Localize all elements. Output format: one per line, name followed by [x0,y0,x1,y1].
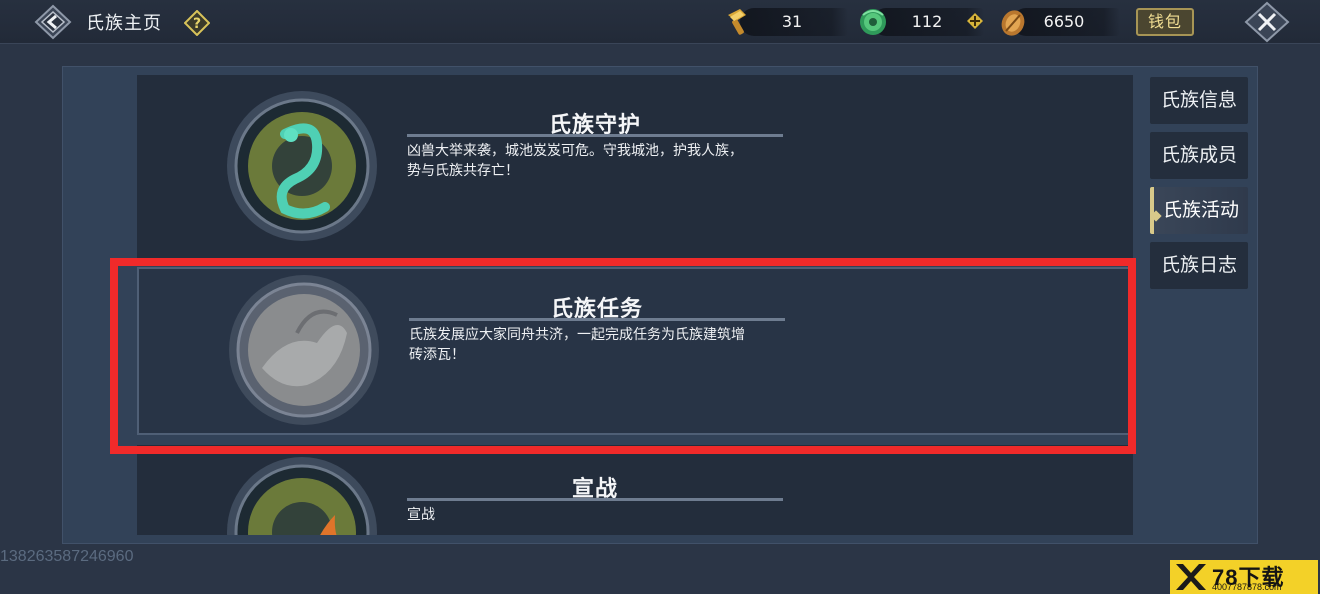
resource-coin-value: 6650 [1043,12,1085,31]
activity-card-guard[interactable]: 氏族守护 凶兽大举来袭，城池岌岌可危。守我城池，护我人族， 势与氏族共存亡！ [137,75,1133,261]
jade-coin-icon [860,9,886,35]
top-bar: 氏族主页 ? 31 112 6650 钱包 [0,0,1320,44]
resource-jade-value: 112 [911,12,943,31]
question-mark-icon[interactable]: ? [184,10,210,36]
resource-hammer-value: 31 [781,12,803,31]
snake-emblem-icon [227,91,377,241]
description-line: 宣战 [407,507,435,523]
title-divider [407,134,783,137]
x-logo-icon [1176,564,1206,590]
logo-subtext: 4007787878.com [1212,582,1282,592]
copper-coin-icon [1001,10,1025,36]
tab-clan-activities[interactable]: 氏族活动 [1150,187,1248,234]
title-divider [409,318,785,321]
activity-description: 凶兽大举来袭，城池岌岌可危。守我城池，护我人族， 势与氏族共存亡！ [407,141,787,181]
resource-hammer: 31 [740,8,848,36]
activity-card-war[interactable]: 宣战 宣战 [137,445,1133,535]
gold-hammer-icon [728,9,746,35]
activity-description: 宣战 [407,505,787,525]
svg-text:?: ? [193,16,201,32]
description-line: 凶兽大举来袭，城池岌岌可危。守我城池，护我人族， [407,143,743,159]
description-line: 势与氏族共存亡！ [407,163,519,179]
wallet-button[interactable]: 钱包 [1136,8,1194,36]
close-x-icon[interactable] [1244,1,1290,43]
title-divider [407,498,783,501]
flame-emblem-icon [227,457,377,535]
user-id: 13826358724696​0 [0,548,134,565]
activity-description: 氏族发展应大家同舟共济，一起完成任务为氏族建筑增 砖添瓦！ [409,325,789,365]
tab-clan-log[interactable]: 氏族日志 [1150,242,1248,289]
activity-card-task[interactable]: 氏族任务 氏族发展应大家同舟共济，一起完成任务为氏族建筑增 砖添瓦！ [137,267,1133,435]
page-title: 氏族主页 [86,13,162,34]
back-arrow-icon[interactable] [34,4,72,40]
tab-clan-info[interactable]: 氏族信息 [1150,77,1248,124]
activity-list[interactable]: 氏族守护 凶兽大举来袭，城池岌岌可危。守我城池，护我人族， 势与氏族共存亡！ 氏… [137,75,1133,535]
site-logo: 78下载 4007787878.com [1170,560,1318,594]
add-currency-icon[interactable] [966,12,984,30]
beast-emblem-icon [229,275,379,425]
tab-clan-members[interactable]: 氏族成员 [1150,132,1248,179]
description-line: 砖添瓦！ [409,347,465,363]
description-line: 氏族发展应大家同舟共济，一起完成任务为氏族建筑增 [409,327,745,343]
